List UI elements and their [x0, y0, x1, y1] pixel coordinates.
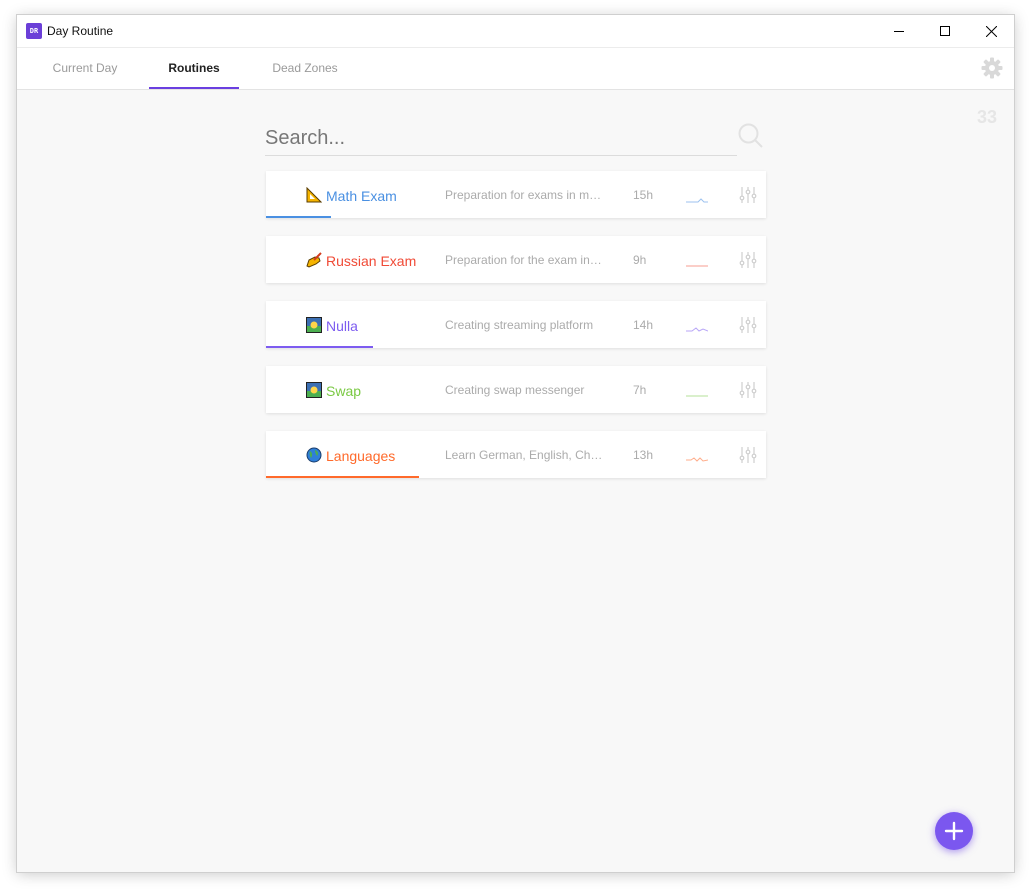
sliders-icon[interactable] [739, 316, 757, 334]
tab-dead-zones[interactable]: Dead Zones [259, 48, 351, 89]
routine-name: Languages [326, 448, 396, 464]
routine-card[interactable]: Swap Creating swap messenger 7h [266, 366, 766, 413]
routine-card[interactable]: Nulla Creating streaming platform 14h [266, 301, 766, 348]
routine-card[interactable]: Math Exam Preparation for exams in math … [266, 171, 766, 218]
search-input[interactable] [265, 123, 737, 153]
maximize-icon [940, 26, 950, 36]
routine-card[interactable]: Russian Exam Preparation for the exam in… [266, 236, 766, 283]
routine-name: Russian Exam [326, 253, 417, 269]
sliders-icon[interactable] [739, 446, 757, 464]
routine-name: Nulla [326, 318, 358, 334]
app-logo-icon: DR [26, 23, 42, 39]
routine-sparkline [686, 327, 708, 332]
routine-progress-bar [266, 476, 419, 478]
sliders-icon[interactable] [739, 381, 757, 399]
plus-icon [944, 821, 964, 841]
routine-description: Preparation for the exam in Russian [445, 253, 603, 267]
routine-progress-bar [266, 216, 331, 218]
routine-hours: 13h [633, 448, 654, 462]
maximize-button[interactable] [922, 15, 968, 47]
close-button[interactable] [968, 15, 1014, 47]
minimize-icon [894, 31, 904, 32]
writing-hand-icon [306, 252, 322, 268]
search-bar [265, 123, 737, 156]
tab-bar: Current Day Routines Dead Zones [17, 47, 1014, 90]
routine-list: Math Exam Preparation for exams in math … [266, 171, 766, 496]
sunrise-icon [306, 382, 322, 398]
routine-hours: 14h [633, 318, 654, 332]
app-window: DR Day Routine Current Day Routines Dead… [17, 15, 1014, 872]
triangular-ruler-icon [306, 186, 323, 203]
routine-description: Learn German, English, Chinese [445, 448, 603, 462]
title-bar[interactable]: DR Day Routine [17, 15, 1014, 47]
routine-name: Math Exam [326, 188, 397, 204]
search-icon[interactable] [737, 122, 765, 150]
close-icon [985, 25, 997, 37]
gear-icon[interactable] [980, 56, 1004, 80]
sunrise-icon [306, 317, 322, 333]
routine-hours: 15h [633, 188, 654, 202]
sliders-icon[interactable] [739, 186, 757, 204]
window-title: Day Routine [47, 24, 114, 38]
routine-name: Swap [326, 383, 362, 399]
routine-description: Creating streaming platform [445, 318, 594, 332]
routine-sparkline [686, 198, 708, 203]
routine-counter: 33 [976, 107, 997, 127]
tab-routines[interactable]: Routines [149, 48, 239, 89]
sliders-icon[interactable] [739, 251, 757, 269]
minimize-button[interactable] [876, 15, 922, 47]
tab-current-day[interactable]: Current Day [39, 48, 131, 89]
add-routine-button[interactable] [935, 812, 973, 850]
routine-hours: 9h [633, 253, 647, 267]
routine-description: Creating swap messenger [445, 383, 585, 397]
globe-icon [306, 447, 322, 463]
routine-sparkline [686, 395, 708, 397]
routine-progress-bar [266, 346, 373, 348]
routine-sparkline [686, 265, 708, 267]
routine-card[interactable]: Languages Learn German, English, Chinese… [266, 431, 766, 478]
routine-hours: 7h [633, 383, 647, 397]
routine-description: Preparation for exams in math and physic… [445, 188, 603, 202]
routine-sparkline [686, 457, 708, 462]
